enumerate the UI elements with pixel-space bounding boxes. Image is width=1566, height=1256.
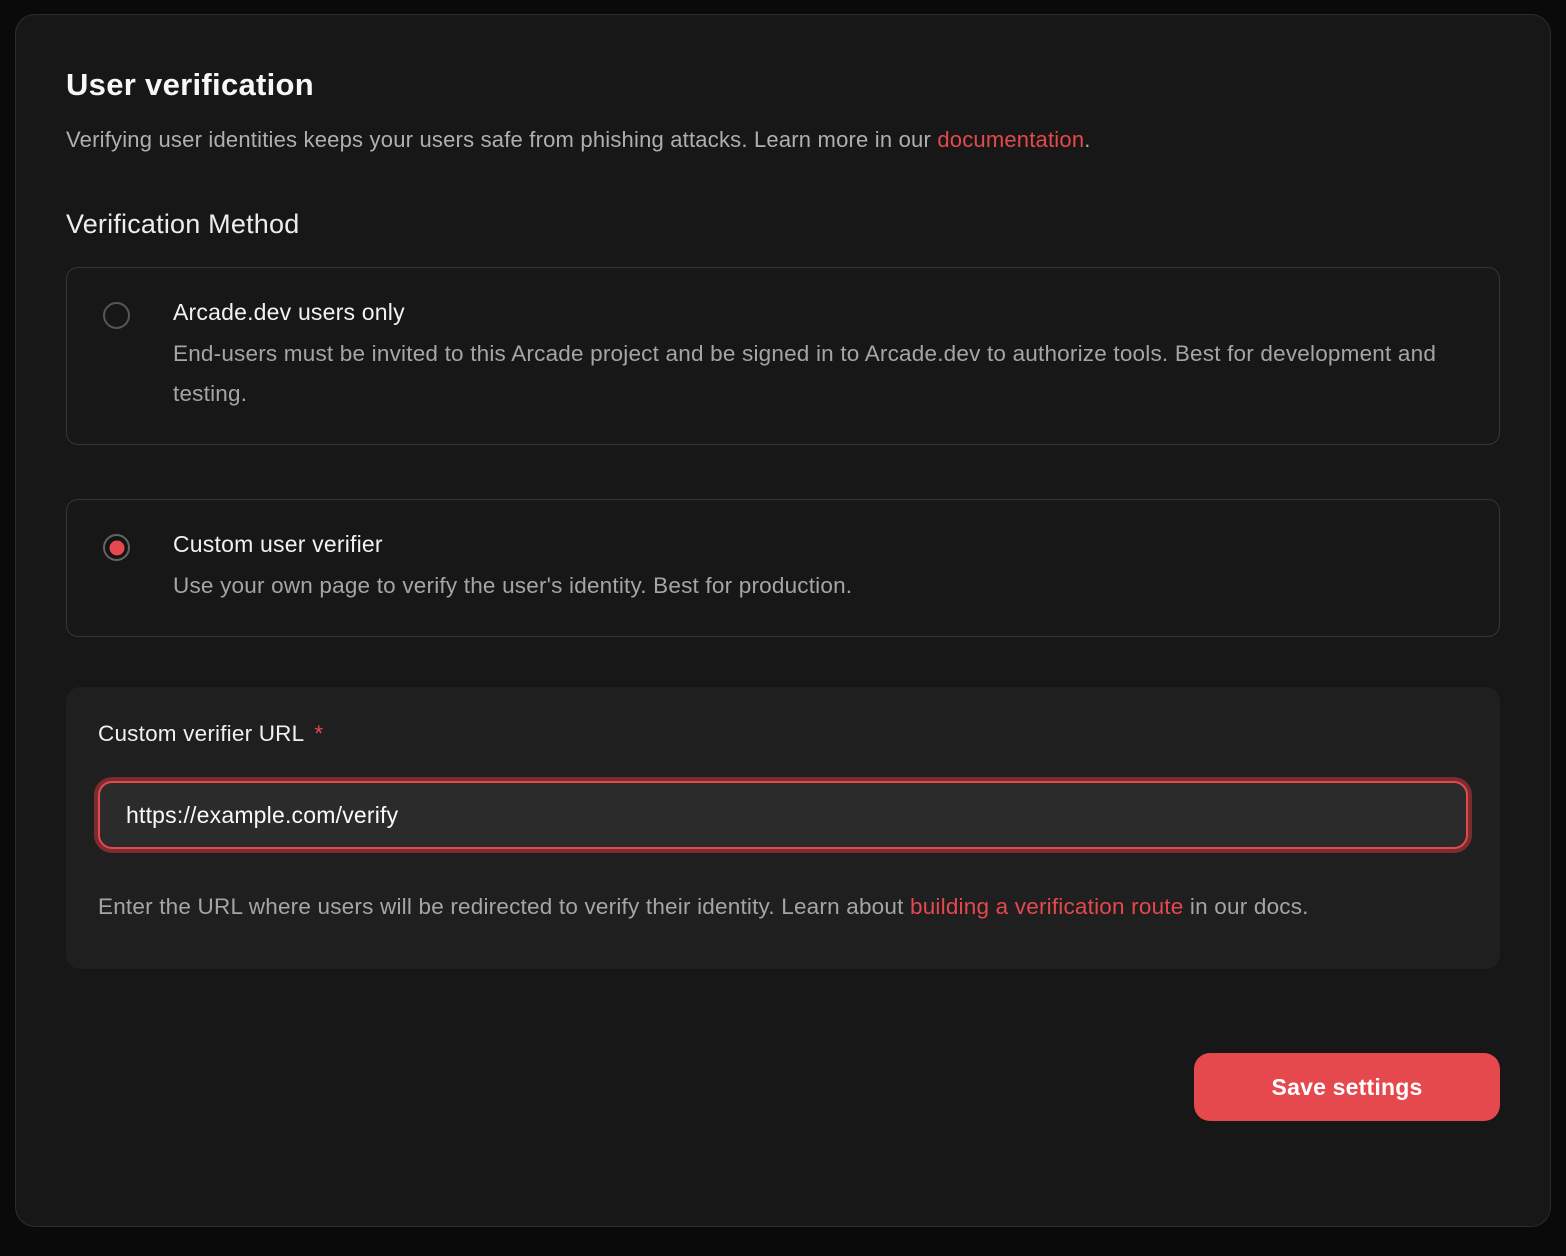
helper-text-suffix: in our docs. <box>1183 894 1308 919</box>
footer-actions: Save settings <box>66 1053 1500 1121</box>
page-description-text: Verifying user identities keeps your use… <box>66 127 937 152</box>
radio-unselected-icon[interactable] <box>103 302 130 329</box>
radio-selected-icon[interactable] <box>103 534 130 561</box>
option-text: Custom user verifier Use your own page t… <box>173 531 852 606</box>
page-title: User verification <box>66 67 1500 103</box>
url-label-text: Custom verifier URL <box>98 721 304 746</box>
option-arcade-dev-users-only[interactable]: Arcade.dev users only End-users must be … <box>66 267 1500 445</box>
option-custom-user-verifier[interactable]: Custom user verifier Use your own page t… <box>66 499 1500 637</box>
option-description-arcade-dev-users-only: End-users must be invited to this Arcade… <box>173 334 1465 414</box>
option-label-custom-user-verifier: Custom user verifier <box>173 531 852 558</box>
option-label-arcade-dev-users-only: Arcade.dev users only <box>173 299 1465 326</box>
helper-text-prefix: Enter the URL where users will be redire… <box>98 894 910 919</box>
custom-verifier-url-section: Custom verifier URL * Enter the URL where… <box>66 687 1500 969</box>
user-verification-card: User verification Verifying user identit… <box>15 14 1551 1227</box>
verification-method-heading: Verification Method <box>66 209 1500 240</box>
option-text: Arcade.dev users only End-users must be … <box>173 299 1465 414</box>
custom-verifier-url-input[interactable] <box>98 781 1468 849</box>
building-verification-route-link[interactable]: building a verification route <box>910 894 1183 919</box>
url-helper-text: Enter the URL where users will be redire… <box>98 887 1468 927</box>
required-asterisk: * <box>314 721 323 746</box>
documentation-link[interactable]: documentation <box>937 127 1084 152</box>
page-description: Verifying user identities keeps your use… <box>66 127 1500 153</box>
option-description-custom-user-verifier: Use your own page to verify the user's i… <box>173 566 852 606</box>
page-description-period: . <box>1084 127 1090 152</box>
custom-verifier-url-label: Custom verifier URL * <box>98 721 1468 747</box>
save-settings-button[interactable]: Save settings <box>1194 1053 1500 1121</box>
